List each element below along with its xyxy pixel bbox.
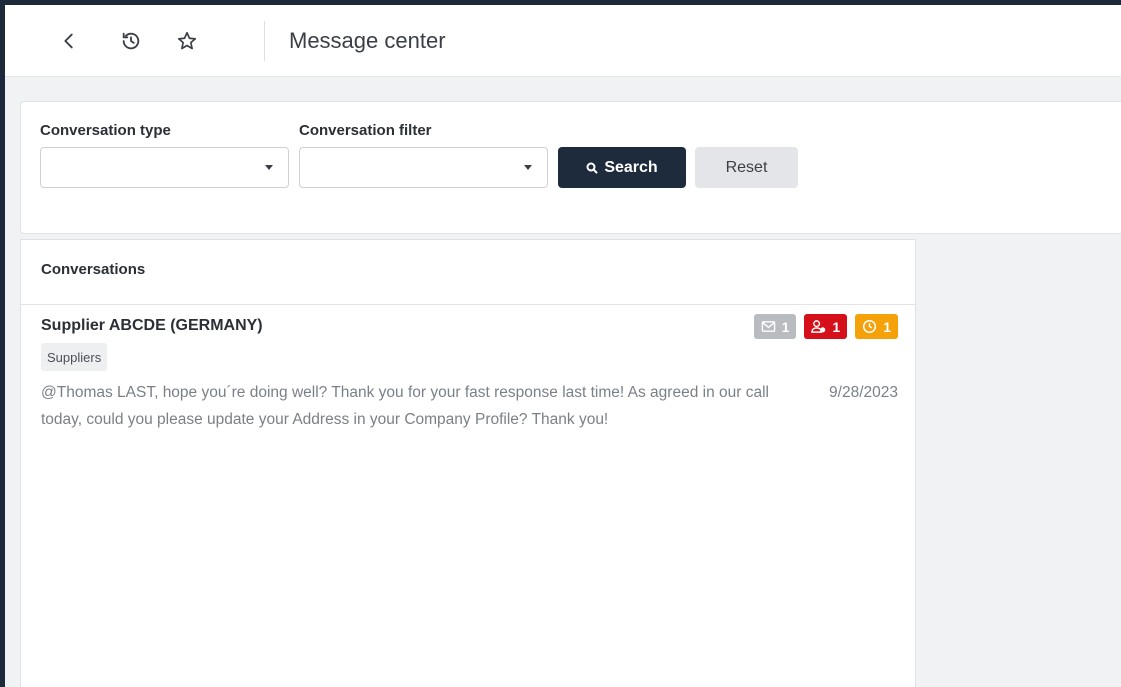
header-divider <box>264 21 265 61</box>
chevron-down-icon <box>265 165 273 170</box>
conversation-type-label: Conversation type <box>40 122 171 139</box>
conversation-badges: 1 1 1 <box>753 314 898 339</box>
favorite-button[interactable] <box>173 27 201 55</box>
list-item[interactable]: Supplier ABCDE (GERMANY) 1 1 1 Suppliers… <box>21 305 915 465</box>
message-count: 1 <box>781 318 790 335</box>
back-button[interactable] <box>55 27 83 55</box>
pending-count-badge: 1 <box>855 314 898 339</box>
search-button-label: Search <box>604 158 658 176</box>
chevron-down-icon <box>524 165 532 170</box>
message-count-badge: 1 <box>753 314 797 339</box>
reset-button[interactable]: Reset <box>695 147 798 188</box>
page-title: Message center <box>289 28 446 53</box>
filter-panel: Conversation type Conversation filter Se… <box>20 101 1121 234</box>
conversation-date: 9/28/2023 <box>829 384 898 401</box>
history-icon <box>122 32 140 50</box>
conversation-filter-label: Conversation filter <box>299 122 432 139</box>
conversations-title: Conversations <box>21 240 915 305</box>
star-icon <box>177 31 197 50</box>
conversation-tag: Suppliers <box>41 343 108 371</box>
back-icon <box>64 33 73 49</box>
search-icon <box>586 162 598 173</box>
user-count-badge: 1 <box>804 314 848 339</box>
conversation-preview: @Thomas LAST, hope you´re doing well? Th… <box>41 384 769 428</box>
page-header: Message center <box>5 5 1121 77</box>
message-center-app: Message center Conversation type Convers… <box>5 5 1121 687</box>
conversation-name: Supplier ABCDE (GERMANY) <box>41 317 263 334</box>
mail-icon <box>761 321 775 332</box>
clock-icon <box>863 319 877 334</box>
conversation-filter-select[interactable] <box>299 147 548 188</box>
user-count: 1 <box>832 318 841 335</box>
conversations-panel: Conversations Supplier ABCDE (GERMANY) 1… <box>20 239 916 687</box>
user-icon <box>811 320 826 333</box>
search-button[interactable]: Search <box>558 147 686 188</box>
conversation-type-select[interactable] <box>40 147 289 188</box>
pending-count: 1 <box>883 318 891 335</box>
history-button[interactable] <box>117 27 145 55</box>
